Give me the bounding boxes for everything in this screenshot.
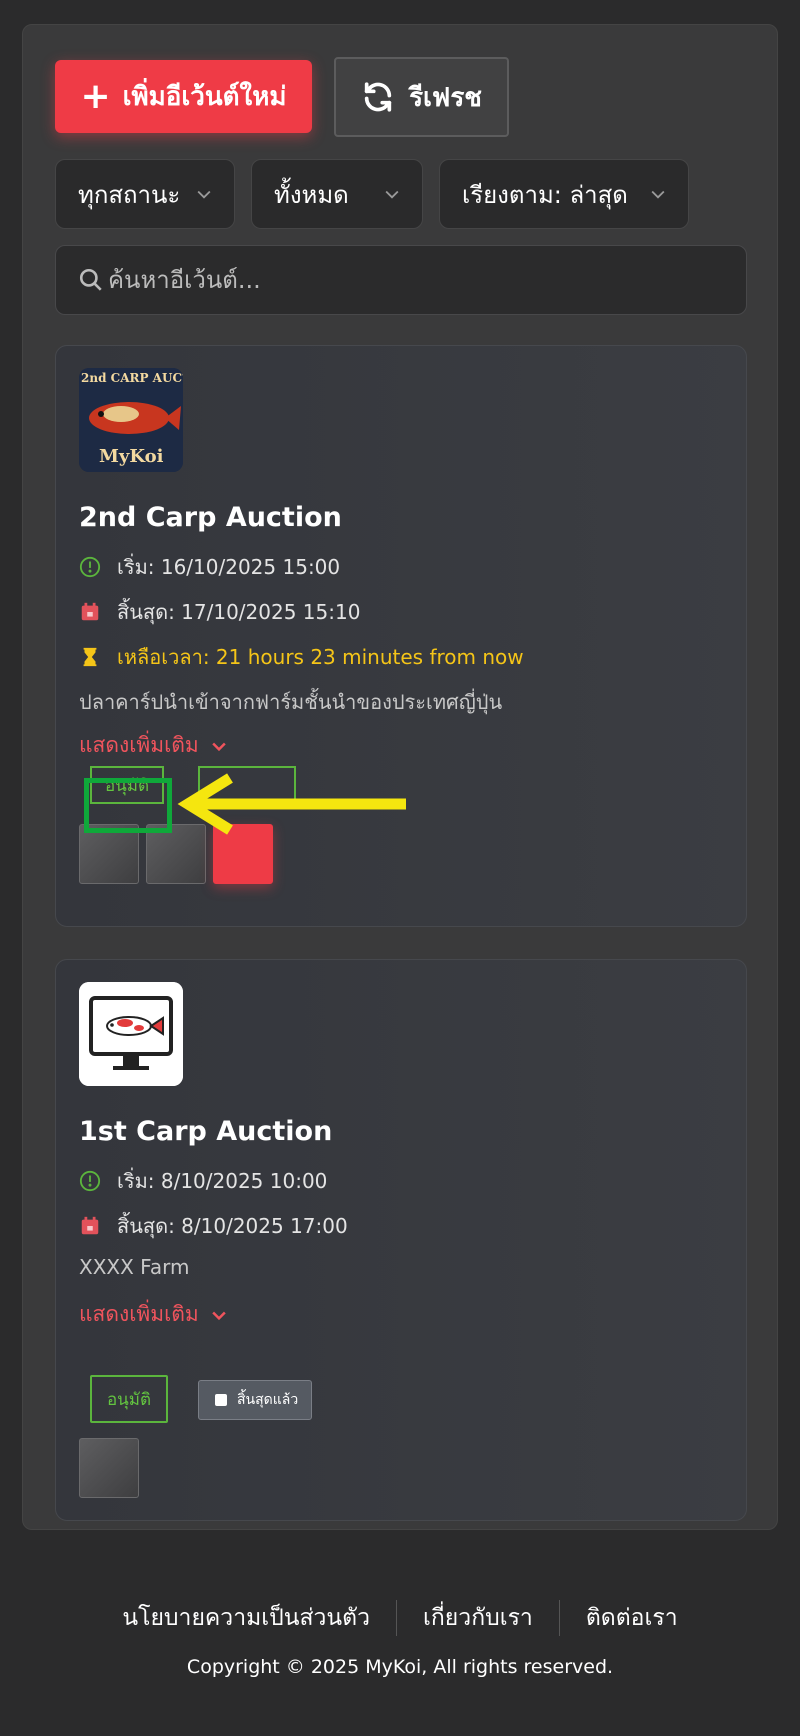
add-event-button[interactable]: + เพิ่มอีเว้นต์ใหม่	[55, 60, 312, 133]
copyright: Copyright © 2025 MyKoi, All rights reser…	[186, 1656, 614, 1678]
event-remaining: เหลือเวลา: 21 hours 23 minutes from now	[79, 641, 524, 673]
event-end: สิ้นสุด: 17/10/2025 15:10	[79, 596, 360, 628]
chevron-down-icon	[212, 742, 226, 751]
koi-logo-icon: 2nd CARP AUCTION MyKoi	[79, 368, 183, 472]
show-more-link[interactable]: แสดงเพิ่มเติม	[79, 729, 229, 762]
event-end: สิ้นสุด: 8/10/2025 17:00	[79, 1210, 348, 1242]
event-title[interactable]: 2nd Carp Auction	[79, 502, 342, 533]
status-filter-select[interactable]: ทุกสถานะ	[55, 159, 235, 229]
refresh-button[interactable]: รีเฟรช	[334, 57, 509, 137]
svg-text:MyKoi: MyKoi	[99, 446, 164, 467]
calendar-icon	[81, 602, 99, 621]
search-box	[55, 245, 747, 315]
add-event-label: เพิ่มอีเว้นต์ใหม่	[122, 82, 287, 112]
footer-links: นโยบายความเป็นส่วนตัว เกี่ยวกับเรา ติดต่…	[0, 1600, 800, 1636]
ended-badge: สิ้นสุดแล้ว	[198, 1380, 312, 1420]
divider	[558, 1600, 560, 1636]
edit-button[interactable]	[79, 824, 139, 884]
hourglass-icon	[83, 647, 97, 667]
about-link[interactable]: เกี่ยวกับเรา	[423, 1600, 533, 1636]
chevron-down-icon	[385, 190, 399, 199]
event-card: 1st Carp Auction เริ่ม: 8/10/2025 10:00 …	[55, 959, 747, 1521]
chevron-down-icon	[651, 190, 665, 199]
event-description: XXXX Farm	[79, 1255, 190, 1279]
search-icon	[79, 268, 102, 291]
clock-icon	[79, 556, 101, 578]
event-description: ปลาคาร์ปนำเข้าจากฟาร์มชั้นนำของประเทศญี่…	[79, 690, 503, 714]
search-input[interactable]	[108, 246, 728, 314]
event-start: เริ่ม: 16/10/2025 15:00	[79, 551, 340, 583]
category-filter-select[interactable]: ทั้งหมด	[251, 159, 423, 229]
refresh-icon	[364, 82, 392, 112]
annotation-arrow-icon	[177, 773, 406, 835]
svg-text:2nd CARP AUCTION: 2nd CARP AUCTION	[81, 371, 183, 385]
event-title[interactable]: 1st Carp Auction	[79, 1116, 332, 1147]
calendar-icon	[81, 1216, 99, 1235]
clock-icon	[79, 1170, 101, 1192]
refresh-label: รีเฟรช	[409, 82, 482, 113]
sort-select[interactable]: เรียงตาม: ล่าสุด	[439, 159, 689, 229]
privacy-policy-link[interactable]: นโยบายความเป็นส่วนตัว	[122, 1600, 370, 1636]
approved-badge: อนุมัติ	[90, 1375, 168, 1423]
chevron-down-icon	[197, 190, 211, 199]
plus-icon: +	[80, 75, 111, 117]
chevron-down-icon	[212, 1311, 226, 1320]
divider	[396, 1600, 398, 1636]
event-logo-image	[79, 982, 183, 1086]
event-start: เริ่ม: 8/10/2025 10:00	[79, 1165, 327, 1197]
contact-link[interactable]: ติดต่อเรา	[586, 1600, 678, 1636]
event-logo-image: 2nd CARP AUCTION MyKoi	[79, 368, 183, 472]
status-filter-value: ทุกสถานะ	[78, 180, 181, 209]
sort-value: เรียงตาม: ล่าสุด	[462, 180, 628, 209]
show-more-link[interactable]: แสดงเพิ่มเติม	[79, 1298, 229, 1331]
stop-icon	[215, 1394, 227, 1406]
view-button[interactable]	[79, 1438, 139, 1498]
monitor-fish-icon	[79, 982, 183, 1086]
annotation-highlight-box	[84, 778, 172, 833]
category-filter-value: ทั้งหมด	[274, 180, 349, 209]
